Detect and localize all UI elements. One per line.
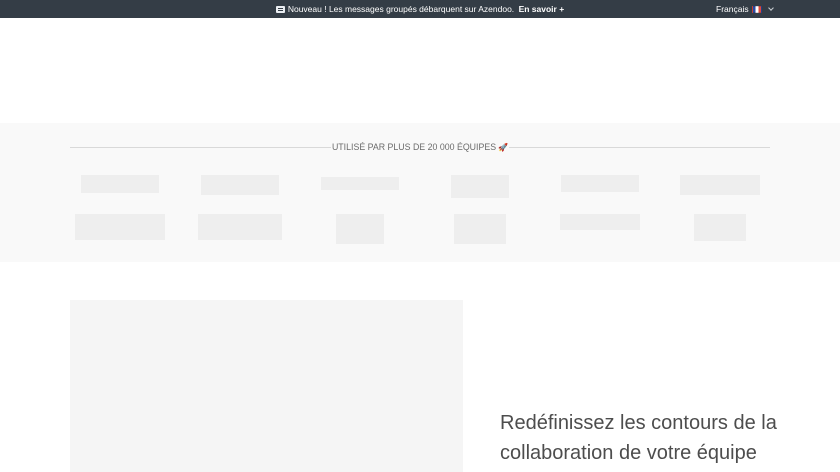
divider-left [70,147,331,148]
customer-logo [454,214,506,244]
announcement: Nouveau ! Les messages groupés débarquen… [0,0,840,18]
chat-bubble-icon [275,5,285,13]
customer-logo [321,177,399,190]
flag-fr-icon [751,5,762,13]
customer-logo [680,175,760,195]
learn-more-link[interactable]: En savoir + [519,4,565,14]
customer-logo [336,214,384,244]
used-by-heading: UTILISÉ PAR PLUS DE 20 000 ÉQUIPES 🚀 [331,141,509,154]
language-label: Français [716,4,749,14]
customer-logo [201,175,279,195]
chevron-down-icon [767,5,774,11]
customer-logo [451,175,509,198]
hero-title: Redéfinissez les contours de la collabor… [500,412,777,464]
customer-logo [198,214,282,240]
customer-logos-section: UTILISÉ PAR PLUS DE 20 000 ÉQUIPES 🚀 [0,123,840,262]
announcement-bar: Nouveau ! Les messages groupés débarquen… [0,0,840,18]
language-selector[interactable]: Français [716,0,774,18]
customer-logo [81,175,159,193]
used-by-text: UTILISÉ PAR PLUS DE 20 000 ÉQUIPES [331,142,497,152]
customer-logo [561,175,639,192]
hero-image [70,300,463,472]
customer-logo [75,214,165,240]
rocket-icon: 🚀 [498,143,509,152]
customer-logo [694,214,746,241]
announcement-text: Nouveau ! Les messages groupés débarquen… [287,4,515,14]
customer-logo [560,214,640,230]
divider-right [509,147,770,148]
